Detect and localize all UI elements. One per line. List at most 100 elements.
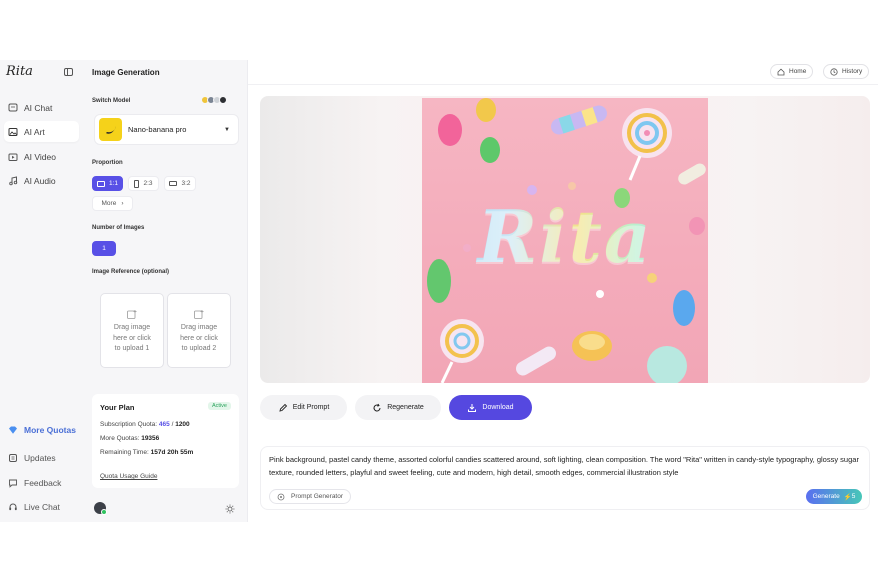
landscape-ratio-icon <box>169 181 178 186</box>
remaining-time-value: 157d 20h 55m <box>150 449 194 456</box>
nav-item-label: AI Art <box>24 126 45 137</box>
edit-prompt-label: Edit Prompt <box>292 404 330 411</box>
more-proportions-button[interactable]: More › <box>92 196 133 211</box>
feedback-icon <box>9 479 17 488</box>
more-quotas-row-label: More Quotas: <box>100 435 140 442</box>
proportion-label-1-1: 1:1 <box>108 180 119 187</box>
lightning-icon: ⚡ <box>843 493 852 501</box>
upload-hint-line3: to upload 2 <box>181 345 217 352</box>
refresh-icon <box>373 403 381 411</box>
more-label: More <box>101 200 117 207</box>
subscription-quota-total: 1200 <box>175 421 190 428</box>
image-count-value: 1 <box>102 245 106 252</box>
brand-logo[interactable]: Rita <box>6 64 33 79</box>
nav-item-ai-chat[interactable]: AI Chat <box>4 97 79 118</box>
app-window: Rita AI Chat AI Art AI Video AI Audio Mo… <box>0 60 878 522</box>
nav-item-ai-art[interactable]: AI Art <box>4 121 79 142</box>
video-icon <box>8 153 18 161</box>
status-badge: Active <box>208 402 231 410</box>
avatar[interactable] <box>94 502 107 515</box>
subscription-quota-used: 465 <box>158 421 170 428</box>
image-count-option-1[interactable]: 1 <box>92 241 116 256</box>
plan-card: Your Plan Active Subscription Quota: 465… <box>92 394 239 488</box>
home-icon <box>777 68 785 75</box>
updates-label: Updates <box>24 453 56 463</box>
headset-icon <box>9 503 17 511</box>
chevron-down-icon: ▼ <box>224 126 230 133</box>
image-upload-slot-1[interactable]: Drag image here or click to upload 1 <box>100 293 164 368</box>
generation-settings-panel: Image Generation Switch Model Nano-banan… <box>84 60 248 522</box>
download-button[interactable]: Download <box>449 395 532 420</box>
upload-hint-line1: Drag image <box>113 324 151 331</box>
updates-link[interactable]: Updates <box>4 451 56 465</box>
proportion-option-1-1[interactable]: 1:1 <box>92 176 123 191</box>
image-icon <box>8 127 18 136</box>
upload-hint-line3: to upload 1 <box>114 345 150 352</box>
top-bar: Home History <box>248 60 878 85</box>
feedback-link[interactable]: Feedback <box>4 476 61 490</box>
proportion-label-2-3: 2:3 <box>143 180 153 187</box>
download-label: Download <box>482 404 514 411</box>
feedback-label: Feedback <box>24 478 62 488</box>
diamond-icon <box>9 426 17 434</box>
nav-item-ai-audio[interactable]: AI Audio <box>4 170 79 191</box>
model-avatar <box>219 96 227 104</box>
add-image-icon <box>127 310 137 319</box>
nav-item-label: AI Chat <box>24 102 53 113</box>
subscription-quota-row: Subscription Quota: 465 / 1200 <box>100 421 190 428</box>
main-content: Home History Rita Edit Prompt Regenerate… <box>248 60 878 522</box>
more-quotas-label: More Quotas <box>24 425 76 435</box>
portrait-ratio-icon <box>134 179 140 188</box>
generate-button[interactable]: Generate ⚡ 5 <box>806 489 862 504</box>
sidebar-toggle-icon[interactable] <box>64 68 73 76</box>
history-button[interactable]: History <box>823 64 870 79</box>
remaining-time-row: Remaining Time: 157d 20h 55m <box>100 449 193 456</box>
live-chat-label: Live Chat <box>24 502 60 512</box>
generate-cost: 5 <box>851 493 856 500</box>
prompt-generator-label: Prompt Generator <box>291 493 344 500</box>
home-label: Home <box>789 68 807 75</box>
regenerate-label: Regenerate <box>387 404 424 411</box>
image-upload-slot-2[interactable]: Drag image here or click to upload 2 <box>167 293 231 368</box>
chat-icon <box>8 103 18 111</box>
add-image-icon <box>194 310 204 319</box>
square-ratio-icon <box>96 180 105 187</box>
nav-item-ai-video[interactable]: AI Video <box>4 146 79 167</box>
history-icon <box>830 67 838 76</box>
prompt-input-box[interactable]: Pink background, pastel candy theme, ass… <box>260 446 870 510</box>
chevron-right-icon: › <box>121 200 124 207</box>
regenerate-button[interactable]: Regenerate <box>355 395 441 420</box>
pencil-icon <box>279 403 287 412</box>
proportion-option-3-2[interactable]: 3:2 <box>164 176 196 191</box>
upload-hint-line2: here or click <box>113 334 151 342</box>
history-label: History <box>842 68 863 75</box>
subscription-quota-separator: / <box>171 421 174 428</box>
art-title-text: Rita <box>422 194 708 279</box>
plan-title: Your Plan <box>100 403 135 412</box>
generate-label: Generate <box>812 493 840 500</box>
edit-prompt-button[interactable]: Edit Prompt <box>260 395 347 420</box>
left-nav: Rita AI Chat AI Art AI Video AI Audio Mo… <box>0 60 84 522</box>
generated-image[interactable]: Rita <box>422 98 708 383</box>
live-chat-link[interactable]: Live Chat <box>4 500 60 514</box>
proportion-label-3-2: 3:2 <box>181 180 191 187</box>
updates-icon <box>9 454 17 462</box>
model-name: Nano-banana pro <box>128 125 187 134</box>
prompt-text[interactable]: Pink background, pastel candy theme, ass… <box>269 454 859 479</box>
more-quotas-row: More Quotas: 19356 <box>100 435 159 442</box>
proportion-option-2-3[interactable]: 2:3 <box>128 176 159 191</box>
prompt-generator-button[interactable]: Prompt Generator <box>269 489 352 504</box>
quota-usage-guide-link[interactable]: Quota Usage Guide <box>100 473 157 480</box>
number-of-images-label: Number of Images <box>92 225 145 231</box>
more-quotas-link[interactable]: More Quotas <box>4 423 76 437</box>
sun-icon[interactable] <box>225 504 235 514</box>
image-reference-label: Image Reference (optional) <box>92 269 170 275</box>
remaining-time-label: Remaining Time: <box>100 449 149 456</box>
more-quotas-value: 19356 <box>141 435 160 442</box>
download-icon <box>468 403 477 412</box>
panel-title: Image Generation <box>92 68 160 77</box>
sparkle-icon <box>277 493 285 500</box>
home-button[interactable]: Home <box>770 64 814 79</box>
music-icon <box>9 175 18 185</box>
model-select[interactable]: Nano-banana pro ▼ <box>94 114 239 145</box>
